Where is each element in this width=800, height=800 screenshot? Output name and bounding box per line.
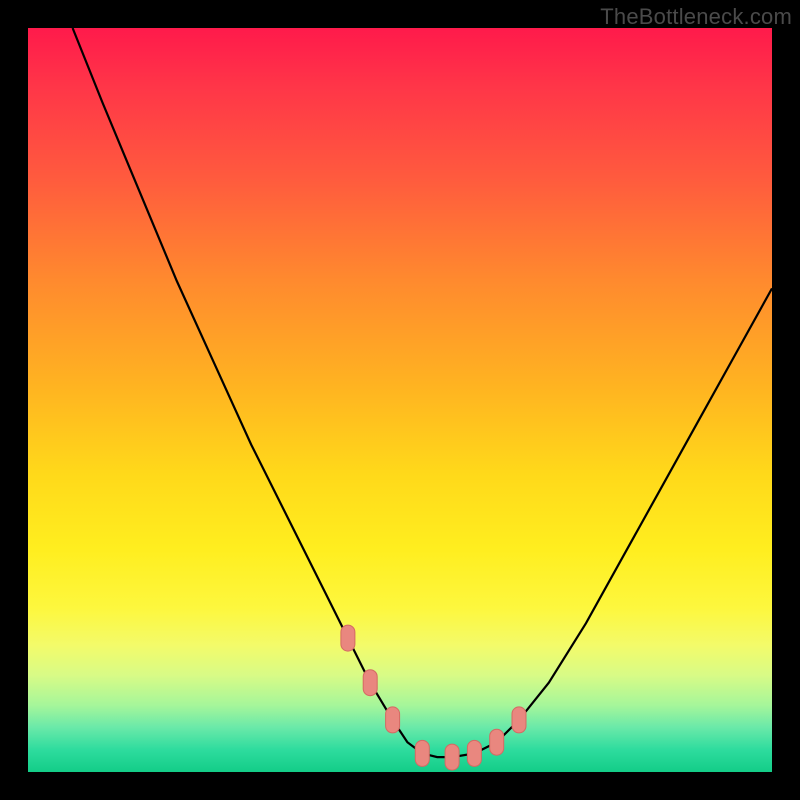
highlight-marker [386,707,400,733]
highlight-marker [490,729,504,755]
highlight-marker [512,707,526,733]
highlight-marker [341,625,355,651]
highlight-marker [363,670,377,696]
highlight-marker [467,740,481,766]
highlight-marker [415,740,429,766]
attribution-text: TheBottleneck.com [600,4,792,30]
chart-frame: TheBottleneck.com [0,0,800,800]
plot-area [28,28,772,772]
curve-layer [28,28,772,772]
bottleneck-curve [73,28,772,757]
highlight-markers [341,625,526,770]
highlight-marker [445,744,459,770]
